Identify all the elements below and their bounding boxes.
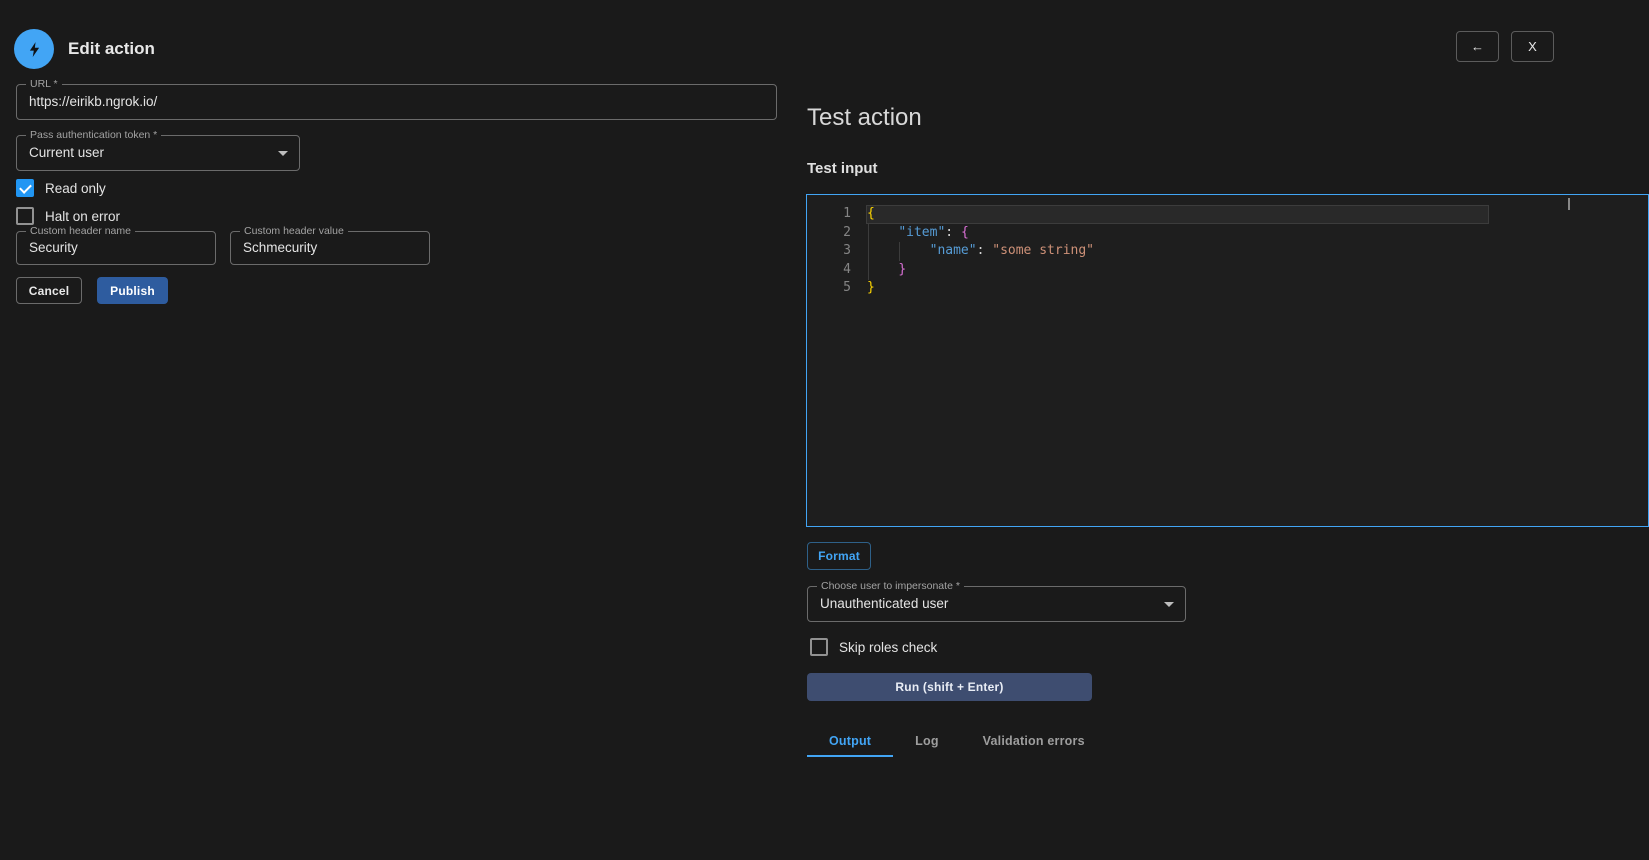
code-line: 2 "item": {: [807, 224, 1648, 243]
halt-on-error-checkbox-row[interactable]: Halt on error: [16, 207, 120, 225]
back-button[interactable]: ←: [1456, 31, 1499, 62]
halt-on-error-label: Halt on error: [45, 208, 121, 224]
chevron-down-icon: [1164, 602, 1174, 607]
chevron-down-icon: [278, 151, 288, 156]
tab-output[interactable]: Output: [807, 727, 894, 757]
custom-header-name-label: Custom header name: [26, 225, 135, 238]
code-line-content: }: [867, 280, 875, 295]
line-number: 4: [843, 261, 851, 277]
publish-button[interactable]: Publish: [97, 277, 168, 304]
code-line: 3 "name": "some string": [807, 242, 1648, 261]
halt-on-error-checkbox[interactable]: [16, 207, 34, 225]
read-only-checkbox-row[interactable]: Read only: [16, 179, 106, 197]
impersonate-user-label: Choose user to impersonate *: [817, 580, 964, 593]
tab-validation-errors[interactable]: Validation errors: [961, 727, 1107, 757]
skip-roles-checkbox-row[interactable]: Skip roles check: [810, 638, 937, 656]
page-title: Edit action: [68, 39, 155, 58]
custom-header-value-label: Custom header value: [240, 225, 348, 238]
format-button[interactable]: Format: [807, 542, 871, 570]
impersonate-user-select[interactable]: Choose user to impersonate * Unauthentic…: [807, 580, 1186, 622]
url-field[interactable]: URL * https://eirikb.ngrok.io/: [16, 78, 777, 120]
line-number: 3: [843, 243, 851, 258]
code-line: 4 }: [807, 261, 1648, 280]
read-only-label: Read only: [45, 180, 106, 196]
skip-roles-checkbox[interactable]: [810, 638, 828, 656]
close-button[interactable]: X: [1511, 31, 1554, 62]
code-line-content: }: [898, 261, 907, 277]
code-line-content: {: [867, 206, 875, 221]
skip-roles-label: Skip roles check: [839, 639, 938, 655]
line-number: 2: [843, 224, 851, 240]
editor-minimap-marker: [1568, 198, 1570, 210]
code-line-content: "item": {: [898, 224, 969, 240]
code-line-content: "name": "some string": [929, 243, 1094, 258]
code-line: 1{: [807, 205, 1648, 224]
test-input-editor[interactable]: 1{2 "item": {3 "name": "some string" 4 } 5…: [806, 194, 1649, 527]
run-button[interactable]: Run (shift + Enter): [807, 673, 1092, 701]
line-number: 5: [843, 280, 851, 295]
editor-code-lines: 1{2 "item": {3 "name": "some string" 4 } 5…: [807, 205, 1648, 298]
custom-header-name-field[interactable]: Custom header name Security: [16, 225, 216, 265]
tab-log[interactable]: Log: [893, 727, 961, 757]
auth-token-select[interactable]: Pass authentication token * Current user: [16, 129, 300, 171]
edit-action-page: Edit action ← X URL * https://eirikb.ngr…: [0, 0, 1649, 860]
read-only-checkbox[interactable]: [16, 179, 34, 197]
test-input-title: Test input: [807, 160, 878, 177]
test-action-title: Test action: [807, 104, 922, 131]
custom-header-value-field[interactable]: Custom header value Schmecurity: [230, 225, 430, 265]
line-number: 1: [843, 206, 851, 221]
url-field-label: URL *: [26, 78, 62, 91]
code-line: 5}: [807, 279, 1648, 298]
url-field-value: https://eirikb.ngrok.io/: [29, 94, 158, 109]
lightning-bolt-icon: [29, 41, 39, 57]
action-bolt-icon: [14, 29, 54, 69]
result-tabs: Output Log Validation errors: [807, 727, 1107, 757]
auth-token-label: Pass authentication token *: [26, 129, 162, 142]
cancel-button[interactable]: Cancel: [16, 277, 82, 304]
